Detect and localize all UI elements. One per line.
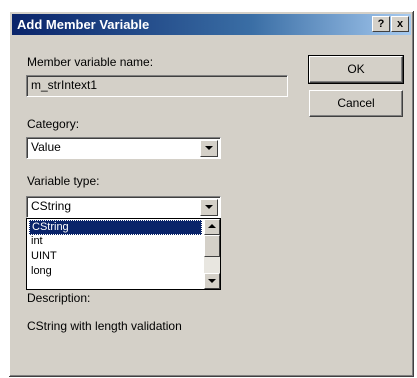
window-title: Add Member Variable: [17, 17, 150, 32]
scroll-down-icon[interactable]: [204, 273, 220, 289]
description-label: Description:: [27, 291, 91, 305]
member-name-field[interactable]: m_strIntext1: [26, 75, 288, 97]
list-item[interactable]: long: [29, 265, 202, 278]
chevron-down-icon[interactable]: [200, 140, 218, 157]
list-scrollbar[interactable]: [204, 219, 220, 289]
close-icon: x: [396, 18, 404, 30]
add-member-variable-dialog: Add Member Variable ? x Member variable …: [8, 10, 415, 378]
cancel-button[interactable]: Cancel: [309, 90, 403, 117]
help-button[interactable]: ?: [372, 16, 390, 32]
chevron-down-icon[interactable]: [200, 199, 218, 216]
member-name-value: m_strIntext1: [31, 78, 98, 92]
variable-type-value: CString: [31, 199, 72, 213]
list-item[interactable]: int: [29, 235, 202, 248]
list-item[interactable]: CString: [29, 220, 202, 235]
category-label: Category:: [27, 117, 80, 131]
variable-type-list[interactable]: CString int UINT long: [26, 218, 221, 290]
ok-button[interactable]: OK: [308, 55, 404, 84]
scroll-up-icon[interactable]: [204, 219, 220, 235]
list-item[interactable]: UINT: [29, 250, 202, 263]
title-bar[interactable]: Add Member Variable ? x: [12, 14, 411, 35]
scroll-thumb[interactable]: [204, 235, 220, 257]
variable-type-dropdown[interactable]: CString: [26, 196, 221, 218]
variable-type-label: Variable type:: [27, 174, 100, 188]
close-button[interactable]: x: [391, 16, 409, 32]
category-value: Value: [31, 140, 61, 154]
description-text: CString with length validation: [27, 319, 182, 333]
category-dropdown[interactable]: Value: [26, 137, 221, 159]
help-icon: ?: [377, 18, 385, 30]
member-name-label: Member variable name:: [27, 55, 154, 69]
